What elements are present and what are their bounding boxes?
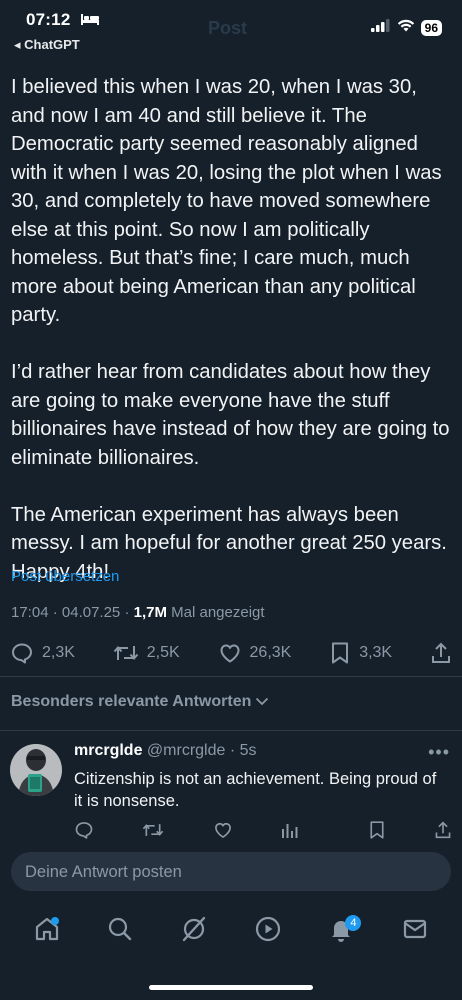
translate-post-link[interactable]: Post übersetzen	[11, 568, 119, 585]
share-icon	[430, 641, 452, 665]
bookmark-button[interactable]: 3,3K	[329, 641, 392, 665]
compose-placeholder: Deine Antwort posten	[25, 863, 182, 881]
reply-icon	[10, 641, 34, 665]
post-time: 17:04	[11, 604, 49, 621]
like-button[interactable]: 26,3K	[218, 641, 292, 665]
video-icon	[254, 915, 282, 948]
bookmark-icon[interactable]	[368, 820, 386, 845]
reply-header: mrcrglde @mrcrglde · 5s	[74, 742, 257, 759]
tab-search[interactable]	[100, 911, 140, 951]
post-text: I believed this when I was 20, when I wa…	[11, 73, 451, 615]
back-to-app-link[interactable]: ◂ ChatGPT	[14, 37, 80, 53]
repost-icon	[113, 641, 139, 665]
divider	[0, 676, 462, 677]
avatar[interactable]	[10, 744, 62, 796]
battery-indicator: 96	[420, 20, 442, 36]
post-date: 04.07.25	[61, 604, 121, 621]
reply-sort-label: Besonders relevante Antworten	[11, 693, 252, 710]
views-icon[interactable]	[281, 820, 299, 845]
reply-author-handle[interactable]: @mrcrglde	[147, 742, 225, 759]
notification-count-badge: 4	[345, 915, 362, 931]
like-icon	[218, 641, 242, 665]
post-paragraph: I believed this when I was 20, when I wa…	[11, 76, 442, 326]
tab-home[interactable]	[27, 911, 67, 951]
reply-author-name[interactable]: mrcrglde	[74, 742, 142, 759]
reply-text: Citizenship is not an achievement. Being…	[74, 770, 437, 810]
search-icon	[106, 915, 134, 948]
reply-button[interactable]: 2,3K	[10, 641, 75, 665]
reply-compose-input[interactable]: Deine Antwort posten	[11, 852, 451, 891]
wifi-icon	[397, 19, 415, 37]
bottom-tab-bar: 4	[0, 904, 462, 958]
status-bar: 07:12 Post ◂ ChatGPT 96	[0, 0, 462, 58]
reply-sort-dropdown[interactable]: Besonders relevante Antworten	[11, 693, 269, 711]
signal-icon	[370, 19, 391, 37]
more-options-icon[interactable]: •••	[428, 742, 450, 763]
repost-button[interactable]: 2,5K	[113, 641, 180, 665]
repost-icon[interactable]	[142, 820, 164, 845]
reply-action-bar	[74, 820, 452, 845]
share-button[interactable]	[430, 641, 452, 665]
tab-video[interactable]	[248, 911, 288, 951]
like-icon[interactable]	[213, 820, 233, 845]
post-paragraph: I’d rather hear from candidates about ho…	[11, 361, 450, 469]
reply-age: 5s	[239, 742, 257, 759]
reply-icon[interactable]	[74, 820, 94, 845]
view-count-label: Mal angezeigt	[171, 604, 265, 621]
bookmark-icon	[329, 641, 351, 665]
bed-icon	[80, 12, 100, 31]
like-count: 26,3K	[249, 644, 292, 661]
tab-notifications[interactable]: 4	[321, 911, 362, 951]
header-title: Post	[208, 18, 248, 38]
share-icon[interactable]	[434, 820, 452, 845]
post-meta: 17:04 · 04.07.25 · 1,7M Mal angezeigt	[11, 604, 265, 621]
view-count: 1,7M	[133, 604, 167, 621]
mail-icon	[401, 915, 429, 948]
home-badge-dot	[50, 917, 59, 925]
status-time: 07:12	[26, 10, 71, 29]
divider	[0, 730, 462, 731]
bookmark-count: 3,3K	[359, 644, 393, 661]
repost-count: 2,5K	[146, 644, 180, 661]
status-indicators: 96	[370, 19, 442, 37]
tab-messages[interactable]	[395, 911, 435, 951]
home-indicator	[149, 985, 313, 990]
post-action-bar: 2,3K 2,5K 26,3K 3,3K	[10, 641, 452, 665]
tab-grok[interactable]	[174, 911, 214, 951]
grok-icon	[180, 915, 208, 948]
chevron-down-icon	[255, 693, 269, 711]
reply-count: 2,3K	[42, 644, 75, 661]
